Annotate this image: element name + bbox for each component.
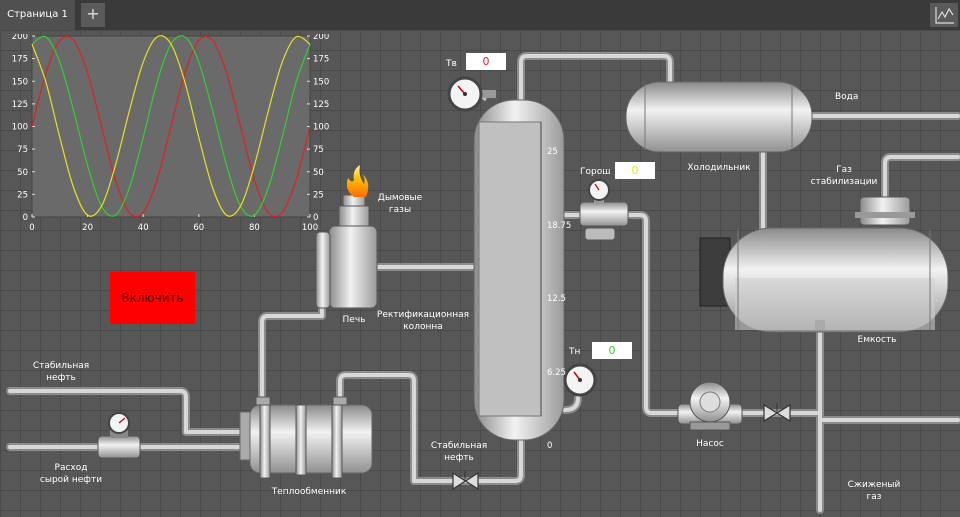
stab-gas-label: Газ стабилизации — [810, 165, 878, 187]
column-scale-label: 18.75 — [547, 220, 572, 231]
gorosh-label: Горош — [580, 167, 611, 177]
stable-oil-bottom-label: Стабильная нефть — [430, 441, 488, 463]
heat-exchanger-label: Теплообменник — [271, 487, 347, 497]
y-tick-label: 150 — [12, 77, 28, 87]
y-tick-label: 0 — [313, 213, 318, 223]
y-tick-label: 50 — [313, 168, 324, 178]
pump — [677, 381, 743, 431]
heat-exchanger — [239, 396, 373, 479]
tank — [699, 196, 949, 333]
pump-label: Насос — [696, 439, 724, 449]
flue-gas-label: Дымовые газы — [377, 193, 423, 215]
column-scale-label: 0 — [547, 441, 553, 451]
furnace-label: Печь — [342, 315, 366, 325]
gorosh-gauge — [579, 179, 629, 241]
x-tick-label: 100 — [302, 223, 318, 233]
y-tick-label: 50 — [17, 168, 28, 178]
column-scale-label: 12.5 — [547, 294, 566, 304]
add-tab-button[interactable]: + — [81, 3, 105, 27]
column-label: Ректификационная колонна — [376, 310, 470, 332]
cooler-label: Холодильник — [687, 163, 751, 173]
y-tick-label: 175 — [12, 55, 28, 65]
y-tick-label: 200 — [12, 34, 28, 42]
tank-label: Емкость — [857, 335, 897, 345]
valve-icon — [452, 471, 479, 491]
x-tick-label: 20 — [82, 223, 93, 233]
line-chart-icon — [935, 7, 954, 24]
crude-flow-label: Расход сырой нефти — [39, 463, 103, 485]
y-tick-label: 75 — [313, 145, 324, 155]
column-scale-label: 6.25 — [547, 367, 566, 378]
y-tick-label: 100 — [313, 123, 329, 133]
y-tick-label: 150 — [313, 77, 329, 87]
tv-value: 0 — [466, 53, 506, 70]
tn-label: Тн — [569, 347, 581, 357]
valve-icon — [763, 403, 791, 423]
x-tick-label: 40 — [138, 223, 149, 233]
tn-value: 0 — [592, 342, 632, 359]
tab-bar: Страница 1 + — [0, 0, 960, 30]
gorosh-value: 0 — [615, 162, 655, 179]
trend-chart: 0255075100125150175200 02550751001251501… — [12, 34, 329, 233]
flame-icon — [346, 165, 369, 197]
flow-meter — [97, 412, 141, 459]
column-scale-label: 25 — [547, 147, 558, 157]
y-tick-label: 25 — [313, 190, 324, 200]
x-tick-label: 60 — [193, 223, 204, 233]
y-tick-label: 0 — [23, 213, 28, 223]
x-tick-label: 80 — [249, 223, 260, 233]
y-tick-label: 200 — [313, 34, 329, 42]
lpg-label: Сжиженый газ — [847, 480, 901, 502]
y-tick-label: 175 — [313, 55, 329, 65]
tab-page-1[interactable]: Страница 1 — [0, 0, 75, 30]
y-tick-label: 75 — [17, 145, 28, 155]
y-tick-label: 125 — [12, 100, 28, 110]
cooler — [625, 81, 813, 153]
water-label: Вода — [835, 92, 859, 102]
turn-on-button[interactable]: Включить — [110, 272, 195, 324]
chart-toggle-button[interactable] — [930, 3, 958, 27]
y-tick-label: 100 — [12, 123, 28, 133]
x-tick-label: 0 — [29, 223, 34, 233]
stable-oil-left-label: Стабильная нефть — [32, 361, 90, 383]
column-scale: 25 18.75 12.5 6.25 0 — [542, 120, 582, 451]
tv-label: Тв — [446, 59, 457, 69]
tv-gauge — [447, 76, 496, 112]
y-tick-label: 125 — [313, 100, 329, 110]
y-tick-label: 25 — [17, 190, 28, 200]
